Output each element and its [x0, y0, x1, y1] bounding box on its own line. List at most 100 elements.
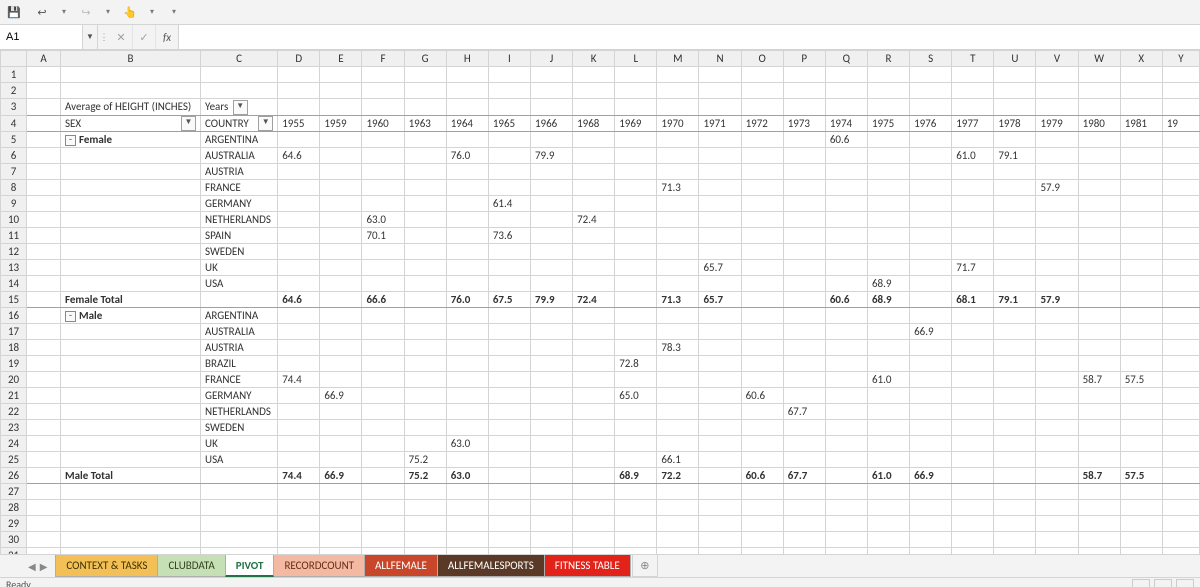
cell[interactable]: [910, 227, 952, 243]
cell[interactable]: 79.1: [994, 147, 1036, 163]
worksheet-grid[interactable]: ABCDEFGHIJKLMNOPQRSTUVWXY123Average of H…: [0, 50, 1200, 554]
row-header[interactable]: 6: [1, 147, 27, 163]
cell[interactable]: -Female: [60, 131, 200, 147]
cell[interactable]: [952, 99, 994, 116]
cell[interactable]: [60, 403, 200, 419]
cell[interactable]: [994, 419, 1036, 435]
cell[interactable]: [404, 403, 446, 419]
cell[interactable]: [404, 291, 446, 307]
cell[interactable]: [1162, 307, 1199, 323]
cell[interactable]: [320, 355, 362, 371]
sheet-tab[interactable]: ALLFEMALESPORTS: [437, 555, 545, 577]
cell[interactable]: [741, 371, 783, 387]
cell[interactable]: [404, 435, 446, 451]
cell[interactable]: COUNTRY ▼: [201, 115, 278, 131]
cell[interactable]: [1162, 259, 1199, 275]
cell[interactable]: [60, 483, 200, 499]
cell[interactable]: [1078, 83, 1120, 99]
cell[interactable]: [867, 419, 909, 435]
cell[interactable]: [27, 83, 61, 99]
column-header[interactable]: L: [615, 51, 657, 67]
cell[interactable]: GERMANY: [201, 387, 278, 403]
row-header[interactable]: 5: [1, 131, 27, 147]
cell[interactable]: [699, 275, 741, 291]
cell[interactable]: [615, 179, 657, 195]
cell[interactable]: [1036, 547, 1078, 554]
cell[interactable]: 60.6: [741, 387, 783, 403]
cell[interactable]: 63.0: [362, 211, 404, 227]
cell[interactable]: [615, 515, 657, 531]
cell[interactable]: [615, 339, 657, 355]
cell[interactable]: [1078, 291, 1120, 307]
cell[interactable]: [573, 163, 615, 179]
cell[interactable]: [783, 435, 825, 451]
cell[interactable]: [362, 323, 404, 339]
cell[interactable]: [615, 371, 657, 387]
cell[interactable]: 68.9: [867, 275, 909, 291]
cell[interactable]: [1120, 547, 1162, 554]
cell[interactable]: 57.5: [1120, 467, 1162, 483]
row-header[interactable]: 25: [1, 451, 27, 467]
cell[interactable]: [362, 515, 404, 531]
cell[interactable]: [446, 259, 488, 275]
row-header[interactable]: 8: [1, 179, 27, 195]
cell[interactable]: [320, 499, 362, 515]
cell[interactable]: 19: [1162, 115, 1199, 131]
cell[interactable]: [699, 99, 741, 116]
cell[interactable]: [825, 483, 867, 499]
cell[interactable]: [657, 227, 699, 243]
cell[interactable]: [1162, 323, 1199, 339]
cell[interactable]: [615, 307, 657, 323]
cell[interactable]: [1036, 339, 1078, 355]
row-header[interactable]: 14: [1, 275, 27, 291]
cell[interactable]: [825, 179, 867, 195]
cell[interactable]: [1078, 323, 1120, 339]
cell[interactable]: [27, 339, 61, 355]
cell[interactable]: [825, 67, 867, 83]
cell[interactable]: [446, 99, 488, 116]
cell[interactable]: [362, 483, 404, 499]
cell[interactable]: [867, 483, 909, 499]
cell[interactable]: [530, 515, 572, 531]
row-header[interactable]: 7: [1, 163, 27, 179]
cell[interactable]: [699, 67, 741, 83]
cell[interactable]: [530, 387, 572, 403]
cell[interactable]: 1977: [952, 115, 994, 131]
cell[interactable]: FRANCE: [201, 179, 278, 195]
cell[interactable]: [867, 67, 909, 83]
cell[interactable]: [404, 179, 446, 195]
country-filter-dropdown[interactable]: ▼: [258, 116, 273, 131]
cell[interactable]: [488, 83, 530, 99]
cell[interactable]: [488, 371, 530, 387]
cell[interactable]: [1036, 259, 1078, 275]
cell[interactable]: [1162, 131, 1199, 147]
cell[interactable]: [783, 131, 825, 147]
cell[interactable]: [573, 99, 615, 116]
cell[interactable]: [278, 435, 320, 451]
cell[interactable]: [362, 163, 404, 179]
cell[interactable]: [1078, 531, 1120, 547]
cell[interactable]: ARGENTINA: [201, 307, 278, 323]
cell[interactable]: [825, 531, 867, 547]
cell[interactable]: [615, 243, 657, 259]
cell[interactable]: [741, 195, 783, 211]
cell[interactable]: [657, 259, 699, 275]
cell[interactable]: 79.9: [530, 291, 572, 307]
cell[interactable]: [825, 547, 867, 554]
cell[interactable]: [573, 435, 615, 451]
cell[interactable]: [320, 451, 362, 467]
cell[interactable]: USA: [201, 451, 278, 467]
cell[interactable]: [60, 323, 200, 339]
cell[interactable]: [952, 387, 994, 403]
cell[interactable]: 72.4: [573, 211, 615, 227]
cell[interactable]: [825, 195, 867, 211]
cell[interactable]: [1036, 275, 1078, 291]
cell[interactable]: [952, 467, 994, 483]
cell[interactable]: [741, 323, 783, 339]
cell[interactable]: [783, 355, 825, 371]
cell[interactable]: [741, 67, 783, 83]
cell[interactable]: [320, 323, 362, 339]
cell[interactable]: [530, 499, 572, 515]
cell[interactable]: [699, 163, 741, 179]
cell[interactable]: [1162, 371, 1199, 387]
